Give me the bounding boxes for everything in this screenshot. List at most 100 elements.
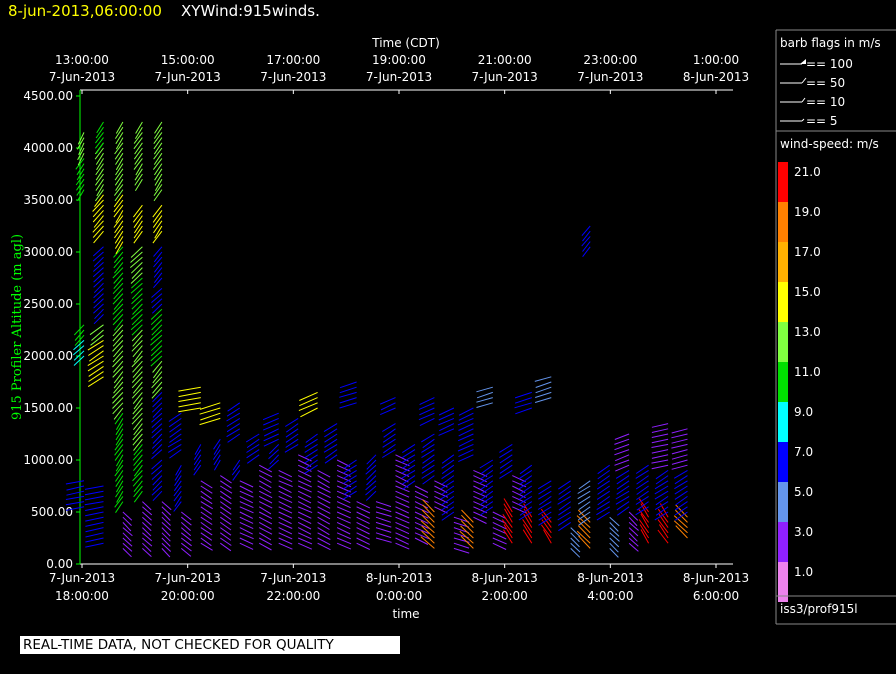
wind-barb [651, 449, 669, 454]
wind-barb [671, 428, 688, 434]
wind-barb [153, 267, 163, 278]
wind-barb [153, 220, 163, 234]
wind-barb [655, 469, 669, 480]
y-axis-title: 915 Profiler Altitude (m agl) [10, 234, 25, 420]
wind-barb [258, 516, 273, 525]
wind-barb [558, 490, 571, 500]
wind-barb [278, 495, 293, 504]
wind-barb [88, 371, 104, 382]
barb-legend-flag [801, 97, 806, 103]
wind-barb [169, 433, 182, 443]
wind-barb [132, 360, 143, 373]
wind-barb [130, 251, 143, 263]
speed-legend-label: 9.0 [794, 405, 813, 419]
wind-barb [132, 392, 143, 405]
wind-barb [492, 542, 507, 550]
wind-barb [614, 459, 630, 466]
wind-barb [113, 371, 124, 384]
wind-barb [193, 464, 202, 476]
wind-barb [133, 454, 143, 466]
speed-legend-swatch [778, 322, 788, 362]
wind-barb [152, 381, 163, 394]
wind-barb [395, 495, 410, 503]
wind-barb [297, 490, 312, 499]
wind-barb [476, 386, 493, 393]
bottom-tick-date: 7-Jun-2013 [260, 571, 326, 585]
wind-barb [92, 210, 104, 223]
plot-frame [79, 89, 733, 565]
wind-barb [153, 251, 163, 263]
wind-barb [91, 329, 104, 341]
y-tick-label: 500.00 [31, 505, 73, 519]
wind-barb [115, 152, 124, 165]
wind-barb [95, 152, 104, 165]
wind-barb [239, 495, 254, 504]
wind-barb [375, 537, 392, 543]
wind-barb [297, 495, 312, 504]
speed-legend-swatch [778, 482, 788, 522]
wind-barb [93, 277, 104, 288]
wind-barb [651, 459, 669, 464]
wind-barb [535, 386, 552, 394]
wind-barb [339, 397, 357, 404]
wind-barb [395, 537, 409, 545]
y-tick-label: 3000.00 [23, 245, 73, 259]
wind-barb [365, 480, 377, 491]
wind-barb [278, 542, 293, 550]
wind-barb [152, 407, 163, 418]
wind-barb [239, 521, 254, 530]
wind-barb [142, 548, 152, 557]
wind-barb [150, 334, 163, 346]
bottom-tick-time: 22:00:00 [266, 589, 320, 603]
data-source-label: iss3/prof915l [780, 602, 858, 616]
wind-barb [582, 246, 591, 258]
top-tick-date: 7-Jun-2013 [49, 70, 115, 84]
wind-barb [135, 121, 143, 134]
wind-barb [414, 516, 429, 524]
top-tick-date: 8-Jun-2013 [683, 70, 749, 84]
wind-barb [114, 173, 124, 186]
wind-barb [597, 469, 610, 480]
wind-barb [375, 516, 392, 523]
wind-barb [114, 444, 124, 456]
wind-barb [151, 288, 163, 298]
wind-barb [570, 548, 581, 558]
wind-barb [414, 490, 429, 499]
wind-barb [263, 438, 279, 447]
wind-barb [73, 350, 85, 361]
wind-barb [239, 480, 254, 488]
wind-barb [239, 516, 254, 524]
wind-barb [84, 490, 104, 496]
wind-barb [133, 444, 143, 456]
wind-barb [85, 527, 104, 533]
wind-barb [519, 464, 533, 475]
wind-barb [232, 459, 241, 471]
wind-barb [92, 225, 104, 238]
wind-barb [356, 527, 370, 535]
speed-legend-label: 21.0 [794, 165, 821, 179]
wind-barb [93, 288, 104, 299]
wind-barb [614, 449, 630, 456]
wind-barb [133, 459, 143, 472]
wind-barb [336, 511, 351, 519]
wind-barb [154, 168, 163, 181]
wind-barb [278, 516, 292, 525]
wind-barb [651, 454, 669, 459]
wind-barb [297, 516, 312, 525]
wind-barb [395, 490, 410, 498]
wind-barb [375, 527, 392, 533]
wind-barb [151, 298, 163, 309]
wind-barb [87, 360, 104, 372]
top-tick-time: 1:00:00 [693, 53, 739, 67]
wind-barb [570, 542, 581, 553]
wind-barb [151, 428, 163, 439]
wind-barb [132, 433, 143, 446]
wind-barb [366, 475, 377, 486]
wind-barb [115, 428, 124, 441]
wind-barb [578, 480, 591, 490]
wind-barb [297, 469, 312, 478]
y-tick-label: 2000.00 [23, 349, 73, 363]
wind-barb [131, 329, 143, 342]
wind-barb [132, 366, 143, 378]
wind-barb [476, 391, 493, 399]
